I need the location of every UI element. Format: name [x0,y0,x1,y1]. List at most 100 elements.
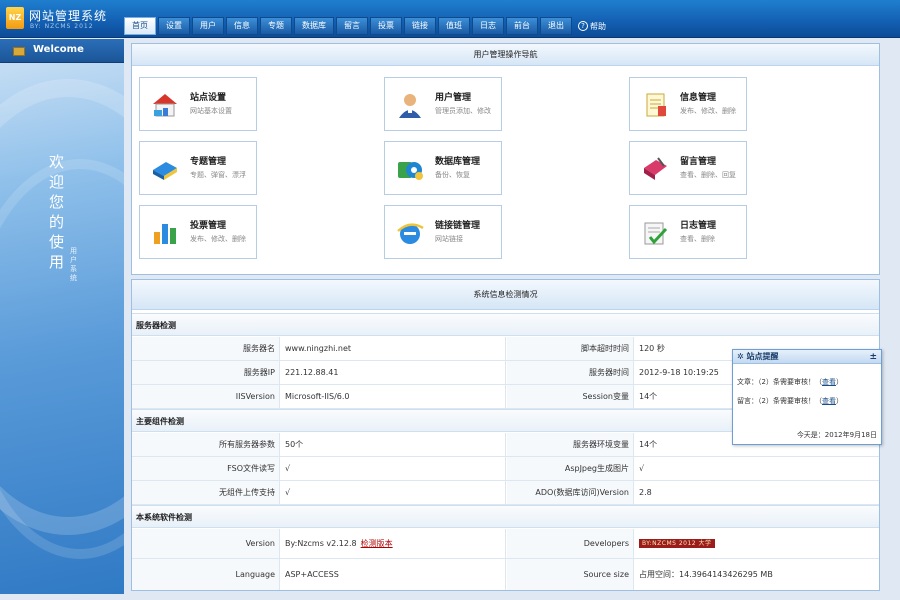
books-icon [153,162,177,180]
card-database-management[interactable]: 数据库管理 备份、恢复 [384,141,502,195]
row-label: Developers [507,529,634,558]
nav-tab-frontend[interactable]: 前台 [506,17,538,35]
row-label: Source size [507,559,634,590]
help-label: 帮助 [590,21,606,31]
row-value: www.ningzhi.net [281,337,506,360]
row-label: 服务器IP [132,361,280,384]
logo: NZ [6,7,24,29]
nav-tab-settings[interactable]: 设置 [158,17,190,35]
table-row: Language ASP+ACCESS Source size 占用空间：14.… [132,559,879,590]
row-value: 50个 [281,433,506,456]
check-version-link[interactable]: 检测版本 [361,538,393,549]
app-title: 网站管理系统 [29,9,108,23]
nav-tab-home[interactable]: 首页 [124,17,156,35]
view-messages-link[interactable]: 查看 [822,397,836,405]
row-value: √ [281,481,506,504]
nav-tab-info[interactable]: 信息 [226,17,258,35]
card-desc: 网站基本设置 [190,107,232,115]
card-vote-management[interactable]: 投票管理 发布、修改、删除 [139,205,257,259]
row-label: Language [132,559,280,590]
bottom-bar [0,594,900,600]
row-label: 无组件上传支持 [132,481,280,504]
nav-tab-votes[interactable]: 投票 [370,17,402,35]
developers-badge: BY:NZCMS 2012 大学 [639,539,715,548]
bar-chart-icon [154,224,176,244]
nav-tab-topics[interactable]: 专题 [260,17,292,35]
row-label: Session变量 [507,385,634,408]
card-info-management[interactable]: 信息管理 发布、修改、删除 [629,77,747,131]
popup-header: ✲ 站点提醒 ± [733,350,881,364]
card-title: 用户管理 [435,93,472,103]
row-label: FSO文件读写 [132,457,280,480]
operation-nav-panel: 用户管理操作导航 站点设置 网站基本设置 用户管理 管理员添加、修改 信息管理 … [131,43,880,275]
site-reminder-popup: ✲ 站点提醒 ± 文章：（2）条需要审核！（查看） 留言：（2）条需要审核！（查… [732,349,882,445]
card-title: 信息管理 [680,93,717,103]
nav-tab-messages[interactable]: 留言 [336,17,368,35]
notebook-icon [644,157,667,180]
folder-icon [13,47,25,56]
card-desc: 网站链接 [435,235,463,243]
popup-message-line: 留言：（2）条需要审核！（查看） [737,396,843,406]
row-label: AspJpeg生成图片 [507,457,634,480]
card-desc: 发布、修改、删除 [190,235,246,243]
nav-tab-database[interactable]: 数据库 [294,17,334,35]
row-label: 服务器时间 [507,361,634,384]
table-row: 无组件上传支持 √ ADO(数据库访问)Version 2.8 [132,481,879,505]
card-message-management[interactable]: 留言管理 查看、删除、回复 [629,141,747,195]
checklist-icon [644,222,668,245]
card-topic-management[interactable]: 专题管理 专题、弹窗、漂浮 [139,141,257,195]
house-icon [153,94,177,117]
welcome-vertical-text: 欢迎您的使用 [49,153,65,271]
welcome-vertical-subtext: 用户系统 [70,247,77,282]
card-title: 站点设置 [190,93,227,103]
popup-date: 今天是：2012年9月18日 [796,431,877,439]
help-link[interactable]: ? 帮助 [578,17,606,35]
card-desc: 查看、删除、回复 [680,171,736,179]
star-icon: ✲ [737,352,747,361]
row-value: √ [281,457,506,480]
row-value: By:Nzcms v2.12.8 检测版本 [281,529,506,558]
card-link-management[interactable]: 链接链管理 网站链接 [384,205,502,259]
popup-text: 留言：（ [737,397,762,405]
popup-title: 站点提醒 [746,352,779,361]
popup-text: ）条需要审核！（ [765,378,822,386]
view-articles-link[interactable]: 查看 [822,378,836,386]
section-server: 服务器检测 [132,313,879,336]
popup-text: ） [835,378,843,386]
row-label: Version [132,529,280,558]
card-desc: 发布、修改、删除 [680,107,736,115]
card-title: 专题管理 [190,157,227,167]
card-desc: 管理员添加、修改 [435,107,491,115]
help-icon: ? [578,21,588,31]
system-panel-title: 系统信息检测情况 [132,280,879,310]
nav-panel-title: 用户管理操作导航 [132,44,879,66]
welcome-label: Welcome [33,44,84,55]
card-site-settings[interactable]: 站点设置 网站基本设置 [139,77,257,131]
nav-tab-logout[interactable]: 退出 [540,17,572,35]
row-label: 服务器名 [132,337,280,360]
welcome-bar: Welcome [0,39,124,63]
app-subtitle: BY: NZCMS 2012 [30,23,94,30]
popup-toggle-button[interactable]: ± [869,350,877,364]
nav-tab-duty[interactable]: 值班 [438,17,470,35]
card-desc: 备份、恢复 [435,171,470,179]
nav-tab-users[interactable]: 用户 [192,17,224,35]
table-row: FSO文件读写 √ AspJpeg生成图片 √ [132,457,879,481]
card-log-management[interactable]: 日志管理 查看、删除 [629,205,747,259]
nav-tab-logs[interactable]: 日志 [472,17,504,35]
popup-text: ）条需要审核！（ [765,397,822,405]
table-row: Version By:Nzcms v2.12.8 检测版本 Developers… [132,529,879,559]
card-user-management[interactable]: 用户管理 管理员添加、修改 [384,77,502,131]
document-icon [646,93,666,117]
version-value: By:Nzcms v2.12.8 [285,539,357,548]
database-icon [398,162,423,180]
row-label: IISVersion [132,385,280,408]
popup-text: 文章：（ [737,378,762,386]
left-sidebar: Welcome 欢迎您的使用 用户系统 [0,39,124,600]
nav-tab-links[interactable]: 链接 [404,17,436,35]
popup-article-line: 文章：（2）条需要审核！（查看） [737,377,843,387]
top-bar: NZ 网站管理系统 BY: NZCMS 2012 首页 设置 用户 信息 专题 … [0,0,900,38]
card-title: 数据库管理 [435,157,481,167]
section-software: 本系统软件检测 [132,505,879,528]
card-title: 日志管理 [680,221,717,231]
